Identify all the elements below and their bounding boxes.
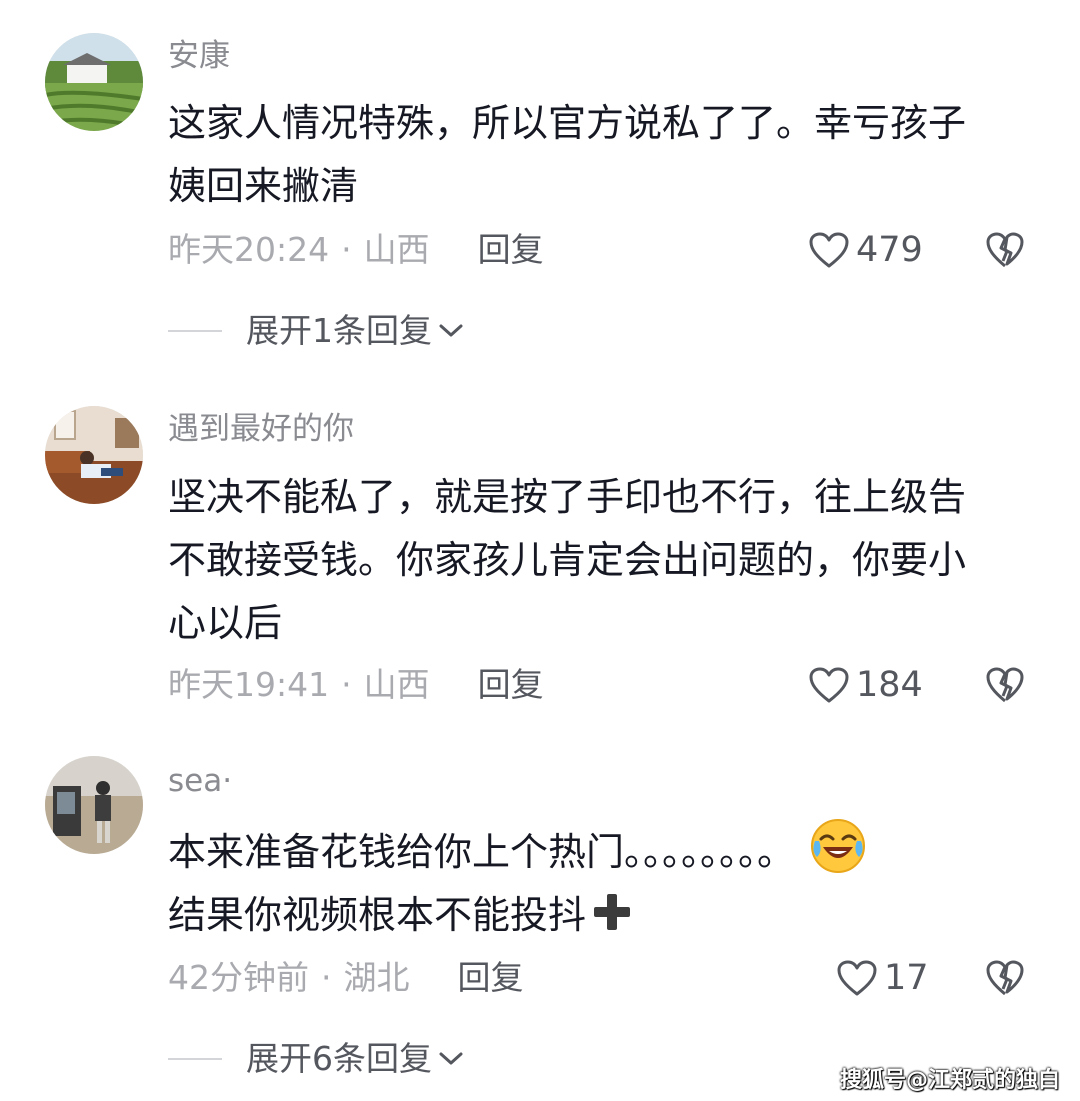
like-count: 17 [884,957,929,998]
comment-text: 本来准备花钱给你上个热门。。。。。。。。 结果你视频根本不能投抖 [168,817,1033,947]
reply-button[interactable]: 回复 [458,961,524,994]
comment-meta: 昨天20:24 · 山西 回复 [168,233,544,266]
broken-heart-icon [986,960,1024,996]
like-button[interactable]: 17 [836,959,929,997]
like-count: 479 [856,229,923,270]
like-button[interactable]: 184 [808,666,923,704]
username[interactable]: 遇到最好的你 [168,414,354,445]
comment-time: 42分钟前 [168,958,309,997]
like-button[interactable]: 479 [808,231,923,269]
comment-line: 姨回来撇清 [168,164,359,208]
expand-replies-button[interactable]: 展开1条回复 [168,314,464,347]
like-count: 184 [856,664,923,705]
expand-replies-label: 展开6条回复 [246,1039,432,1078]
comment-time: 昨天20:24 [168,230,330,269]
avatar[interactable] [45,756,143,854]
comment-line: 坚决不能私了，就是按了手印也不行，往上级告 [168,475,967,519]
comment-line-text: 结果你视频根本不能投抖 [168,893,587,937]
person-on-sofa-avatar-icon [45,406,143,504]
comment-line: 心以后 [168,601,283,645]
heart-outline-icon [809,232,849,268]
avatar[interactable] [45,33,143,131]
plus-emoji-icon [594,894,631,930]
username[interactable]: 安康 [168,41,230,72]
comment-meta: 42分钟前 · 湖北 回复 [168,961,524,994]
chevron-down-icon [439,324,463,336]
broken-heart-icon [986,232,1024,268]
comment-line: 结果你视频根本不能投抖 [168,884,1033,947]
separator: · [321,958,332,997]
comment-meta: 昨天19:41 · 山西 回复 [168,668,544,701]
comment-time: 昨天19:41 [168,665,330,704]
avatar[interactable] [45,406,143,504]
laughing-crying-emoji-icon [811,819,866,873]
comment-text: 坚决不能私了，就是按了手印也不行，往上级告 不敢接受钱。你家孩儿肯定会出问题的，… [168,466,1033,655]
dislike-button[interactable] [985,666,1025,704]
separator: · [341,665,352,704]
reply-button[interactable]: 回复 [478,668,544,701]
broken-heart-icon [986,667,1024,703]
farm-landscape-avatar-icon [45,33,143,131]
comment-line: 本来准备花钱给你上个热门。。。。。。。。 [168,817,1033,884]
chevron-down-icon [439,1052,463,1064]
watermark: 搜狐号@江郑贰的独白 [840,1068,1061,1093]
username[interactable]: sea· [168,766,232,797]
comment-line: 这家人情况特殊，所以官方说私了了。幸亏孩子 [168,101,967,145]
divider [168,1057,222,1060]
dislike-button[interactable] [985,959,1025,997]
dislike-button[interactable] [985,231,1025,269]
heart-outline-icon [837,960,877,996]
comment-text: 这家人情况特殊，所以官方说私了了。幸亏孩子 姨回来撇清 [168,92,1033,218]
expand-replies-button[interactable]: 展开6条回复 [168,1042,464,1075]
expand-replies-label: 展开1条回复 [246,311,432,350]
comment-location: 山西 [363,665,430,704]
heart-outline-icon [809,667,849,703]
divider [168,329,222,332]
comment-location: 山西 [363,230,430,269]
person-by-car-avatar-icon [45,756,143,854]
comment-location: 湖北 [343,958,410,997]
separator: · [341,230,352,269]
reply-button[interactable]: 回复 [478,233,544,266]
comment-line: 不敢接受钱。你家孩儿肯定会出问题的，你要小 [168,538,967,582]
comment-line-text: 本来准备花钱给你上个热门。。。。。。。。 [168,830,796,874]
